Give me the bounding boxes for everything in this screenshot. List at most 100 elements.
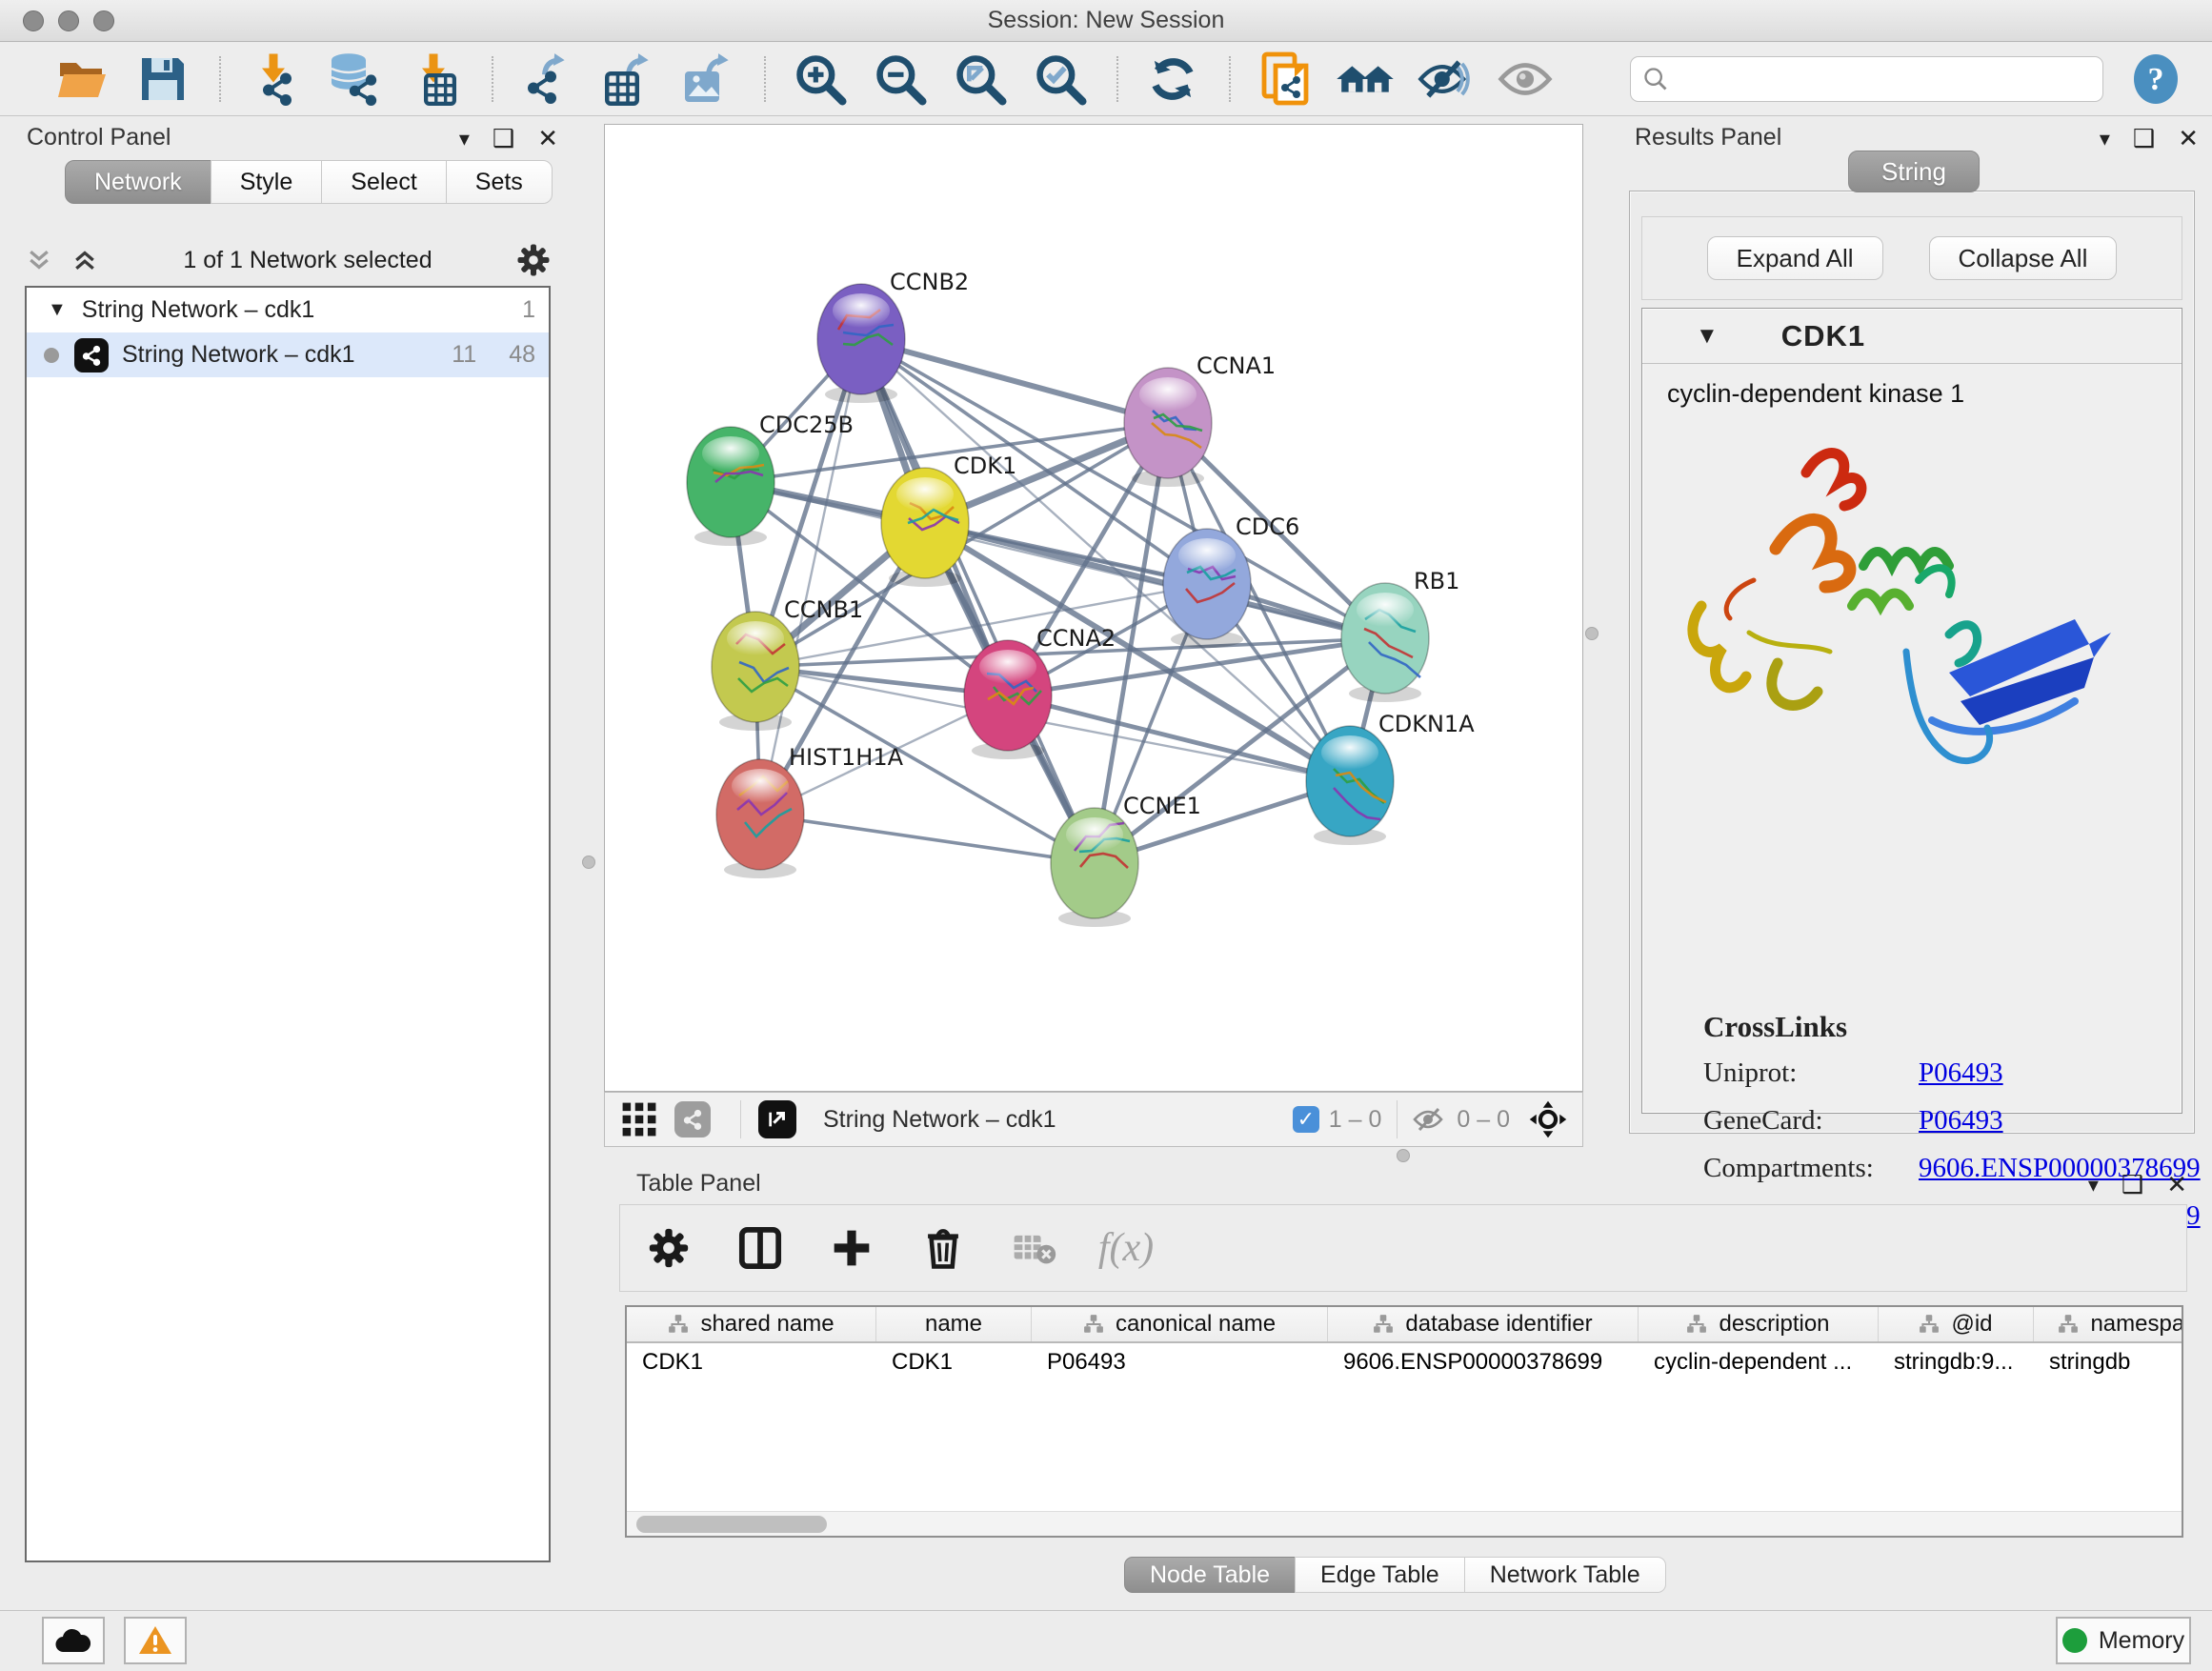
table-cell[interactable]: P06493: [1032, 1343, 1328, 1381]
tab-node-table[interactable]: Node Table: [1124, 1557, 1296, 1593]
horizontal-scrollbar[interactable]: [627, 1511, 2182, 1536]
panel-float-icon[interactable]: ❑: [2133, 124, 2155, 153]
network-node-CCNB2[interactable]: CCNB2: [817, 269, 969, 403]
network-node-HIST1H1A[interactable]: HIST1H1A: [716, 744, 904, 878]
tab-network-table[interactable]: Network Table: [1464, 1557, 1666, 1593]
string-documents-button[interactable]: [1256, 50, 1315, 109]
tab-sets[interactable]: Sets: [446, 160, 553, 204]
collection-label: String Network – cdk1: [82, 296, 315, 324]
vertical-splitter-handle[interactable]: [1585, 627, 1599, 640]
table-cell[interactable]: CDK1: [627, 1343, 876, 1381]
export-image-button[interactable]: [678, 50, 737, 109]
tab-edge-table[interactable]: Edge Table: [1295, 1557, 1465, 1593]
table-cell[interactable]: stringdb: [2034, 1343, 2183, 1381]
table-cell[interactable]: 9606.ENSP00000378699: [1328, 1343, 1639, 1381]
save-session-button[interactable]: [133, 50, 192, 109]
column-header-database-identifier[interactable]: database identifier: [1328, 1307, 1639, 1341]
fit-content-button[interactable]: [1527, 1098, 1569, 1140]
network-edge[interactable]: [925, 523, 1385, 638]
table-options-button[interactable]: [643, 1222, 694, 1274]
network-node-CDC6[interactable]: CDC6: [1163, 513, 1299, 648]
panel-float-icon[interactable]: ❑: [2122, 1170, 2143, 1199]
panel-float-icon[interactable]: ❑: [493, 124, 514, 153]
zoom-selected-button[interactable]: [1031, 50, 1090, 109]
network-node-RB1[interactable]: RB1: [1341, 568, 1459, 702]
network-node-CCNA1[interactable]: CCNA1: [1124, 352, 1276, 487]
panel-close-icon[interactable]: ✕: [2178, 124, 2199, 153]
network-row-selected[interactable]: String Network – cdk1 11 48: [27, 332, 549, 377]
network-edge[interactable]: [760, 815, 1095, 863]
tab-network[interactable]: Network: [65, 160, 211, 204]
panel-menu-icon[interactable]: ▾: [2088, 1173, 2099, 1198]
protein-section-header[interactable]: ▼ CDK1: [1642, 309, 2182, 364]
section-expand-icon[interactable]: ▼: [1696, 323, 1719, 350]
function-builder-button[interactable]: f(x): [1100, 1222, 1152, 1274]
crosshair-icon: [1528, 1099, 1568, 1139]
help-button[interactable]: ?: [2126, 50, 2185, 109]
panel-menu-icon[interactable]: ▾: [2100, 127, 2110, 151]
collapse-all-button[interactable]: Collapse All: [1929, 236, 2118, 280]
column-header--id[interactable]: @id: [1879, 1307, 2034, 1341]
crosslink-link[interactable]: P06493: [1919, 1105, 2003, 1137]
network-canvas[interactable]: CCNB2CCNA1CDC25BCDK1CDC6RB1CCNB1CCNA2CDK…: [604, 124, 1583, 1092]
column-header-name[interactable]: name: [876, 1307, 1032, 1341]
network-edge[interactable]: [861, 339, 1095, 863]
table-cell[interactable]: cyclin-dependent ...: [1639, 1343, 1879, 1381]
warnings-button[interactable]: [124, 1617, 187, 1664]
column-header-shared-name[interactable]: shared name: [627, 1307, 876, 1341]
collection-expand-icon[interactable]: ▼: [48, 299, 67, 321]
scrollbar-thumb[interactable]: [636, 1516, 827, 1533]
hide-glass-button[interactable]: [1416, 50, 1475, 109]
table-cell[interactable]: stringdb:9...: [1879, 1343, 2034, 1381]
crosslink-link[interactable]: P06493: [1919, 1057, 2003, 1089]
tree-attribute-icon: [1686, 1314, 1707, 1335]
tab-select[interactable]: Select: [321, 160, 446, 204]
collapse-all-icon[interactable]: [25, 246, 53, 274]
panel-close-icon[interactable]: ✕: [537, 124, 558, 153]
create-column-button[interactable]: [826, 1222, 877, 1274]
network-collection-row[interactable]: ▼ String Network – cdk1 1: [27, 288, 549, 332]
expand-all-button[interactable]: Expand All: [1707, 236, 1883, 280]
open-external-button[interactable]: [756, 1098, 798, 1140]
column-header-description[interactable]: description: [1639, 1307, 1879, 1341]
birds-eye-view-button[interactable]: [618, 1098, 660, 1140]
column-header-canonical-name[interactable]: canonical name: [1032, 1307, 1328, 1341]
show-columns-button[interactable]: [734, 1222, 786, 1274]
cloud-status-button[interactable]: [42, 1617, 105, 1664]
table-cell[interactable]: CDK1: [876, 1343, 1032, 1381]
string-view-button[interactable]: [672, 1098, 714, 1140]
zoom-in-button[interactable]: [791, 50, 850, 109]
toolbar-separator: [740, 1100, 741, 1138]
import-network-button[interactable]: [246, 50, 305, 109]
export-table-button[interactable]: [598, 50, 657, 109]
import-database-button[interactable]: [326, 50, 385, 109]
open-session-button[interactable]: [53, 50, 112, 109]
import-table-button[interactable]: [406, 50, 465, 109]
home-networks-button[interactable]: [1336, 50, 1395, 109]
zoom-fit-button[interactable]: [951, 50, 1010, 109]
memory-button[interactable]: Memory: [2056, 1617, 2191, 1664]
export-network-button[interactable]: [518, 50, 577, 109]
tab-style[interactable]: Style: [211, 160, 323, 204]
network-node-CDC25B[interactable]: CDC25B: [687, 412, 854, 546]
delete-table-button-disabled[interactable]: [1009, 1222, 1060, 1274]
vertical-splitter-handle[interactable]: [582, 856, 595, 869]
apply-layout-button[interactable]: [1143, 50, 1202, 109]
delete-column-button[interactable]: [917, 1222, 969, 1274]
search-input[interactable]: [1669, 66, 2091, 92]
zoom-out-button[interactable]: [871, 50, 930, 109]
table-row[interactable]: CDK1CDK1P064939606.ENSP00000378699cyclin…: [627, 1343, 2182, 1381]
horizontal-splitter-handle[interactable]: [1397, 1149, 1410, 1162]
node-count: 11: [452, 341, 476, 369]
selected-checkbox-icon[interactable]: ✓: [1293, 1106, 1319, 1133]
node-gloss: [896, 477, 954, 512]
panel-menu-icon[interactable]: ▾: [459, 127, 470, 151]
column-header-namespace[interactable]: namespace: [2034, 1307, 2183, 1341]
network-node-CDKN1A[interactable]: CDKN1A: [1306, 711, 1475, 845]
network-graph[interactable]: CCNB2CCNA1CDC25BCDK1CDC6RB1CCNB1CCNA2CDK…: [605, 125, 1582, 1091]
expand-all-icon[interactable]: [70, 246, 99, 274]
tab-string[interactable]: String: [1848, 151, 1980, 192]
panel-close-icon[interactable]: ✕: [2166, 1170, 2187, 1199]
network-options-gear-icon[interactable]: [516, 243, 551, 277]
show-glass-button[interactable]: [1496, 50, 1555, 109]
